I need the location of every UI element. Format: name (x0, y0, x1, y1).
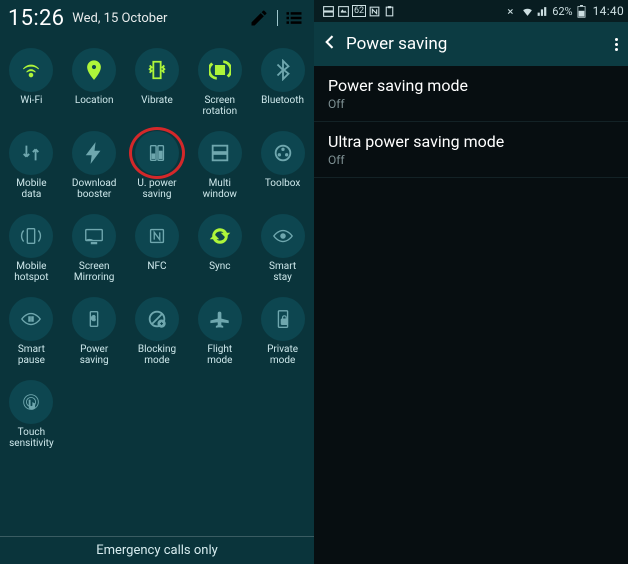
nfc-indicator-icon (368, 5, 381, 18)
nfc-icon (135, 214, 179, 258)
qs-tile-ultra-power-saving[interactable]: U. power saving (126, 125, 189, 208)
qs-tile-power-saving[interactable]: Power saving (63, 291, 126, 374)
no-signal-icon (506, 5, 519, 18)
screen-mirroring-icon (72, 214, 116, 258)
mobile-hotspot-icon (9, 214, 53, 258)
qs-tile-download-booster[interactable]: Download booster (63, 125, 126, 208)
screenshot-indicator-icon (337, 5, 350, 18)
bluetooth-icon (261, 48, 305, 92)
status-bar: 15:26 Wed, 15 October (0, 0, 314, 36)
wifi-icon (9, 48, 53, 92)
smart-stay-icon (261, 214, 305, 258)
vibrate-icon (135, 48, 179, 92)
action-bar: Power saving (314, 22, 628, 66)
qs-tile-label: Location (64, 95, 124, 117)
settings-item-subtitle: Off (328, 153, 614, 167)
battery-box-indicator: 62 (352, 5, 366, 17)
qs-tile-smart-stay[interactable]: Smart stay (251, 208, 314, 291)
network-status: Emergency calls only (0, 536, 314, 564)
clock-time: 15:26 (8, 6, 64, 31)
multi-window-icon (198, 131, 242, 175)
list-toggle-icon[interactable] (284, 8, 304, 28)
clipboard-indicator-icon (383, 5, 396, 18)
qs-tile-bluetooth[interactable]: Bluetooth (251, 42, 314, 125)
battery-icon (575, 5, 588, 18)
mobile-data-icon (9, 131, 53, 175)
ultra-power-saving-icon (135, 131, 179, 175)
flight-mode-icon (198, 297, 242, 341)
qs-tile-nfc[interactable]: NFC (126, 208, 189, 291)
quick-settings-grid: Wi-FiLocationVibrateScreen rotationBluet… (0, 36, 314, 461)
status-bar: 62 62% 14:40 (314, 0, 628, 22)
signal-icon (536, 5, 549, 18)
qs-tile-label: Touch sensitivity (1, 427, 61, 449)
clock-time: 14:40 (593, 4, 624, 18)
qs-tile-label: Toolbox (253, 178, 313, 200)
qs-tile-label: Screen Mirroring (64, 261, 124, 283)
power-saving-icon (72, 297, 116, 341)
qs-tile-label: Blocking mode (127, 344, 187, 366)
battery-percent: 62% (552, 5, 572, 18)
qs-tile-location[interactable]: Location (63, 42, 126, 125)
qs-tile-label: Mobile hotspot (1, 261, 61, 283)
quick-settings-panel: 15:26 Wed, 15 October Wi-FiLocationVibra… (0, 0, 314, 564)
qs-tile-touch-sensitivity[interactable]: Touch sensitivity (0, 374, 63, 457)
blocking-mode-icon (135, 297, 179, 341)
settings-item-title: Power saving mode (328, 76, 614, 95)
chevron-left-icon (320, 32, 340, 52)
date-label: Wed, 15 October (72, 11, 167, 26)
sync-icon (198, 214, 242, 258)
settings-item[interactable]: Ultra power saving mode Off (314, 122, 628, 178)
qs-tile-label: Bluetooth (253, 95, 313, 117)
qs-tile-label: Mobile data (1, 178, 61, 200)
qs-tile-private-mode[interactable]: Private mode (251, 291, 314, 374)
qs-tile-mobile-data[interactable]: Mobile data (0, 125, 63, 208)
settings-item[interactable]: Power saving mode Off (314, 66, 628, 122)
edit-icon[interactable] (249, 8, 269, 28)
wifi-status-icon (521, 5, 534, 18)
qs-tile-screen-mirroring[interactable]: Screen Mirroring (63, 208, 126, 291)
qs-tile-label: Smart pause (1, 344, 61, 366)
download-booster-icon (72, 131, 116, 175)
qs-tile-toolbox[interactable]: Toolbox (251, 125, 314, 208)
qs-tile-wifi[interactable]: Wi-Fi (0, 42, 63, 125)
settings-item-title: Ultra power saving mode (328, 132, 614, 151)
smart-pause-icon (9, 297, 53, 341)
qs-tile-label: Private mode (253, 344, 313, 366)
location-icon (72, 48, 116, 92)
back-button[interactable] (320, 32, 340, 56)
multiwindow-indicator-icon (322, 5, 335, 18)
qs-tile-label: Wi-Fi (1, 95, 61, 117)
overflow-menu-button[interactable] (611, 34, 622, 55)
qs-tile-label: Flight mode (190, 344, 250, 366)
settings-list: Power saving modeOffUltra power saving m… (314, 66, 628, 178)
screen-title: Power saving (346, 34, 611, 54)
qs-tile-screen-rotation[interactable]: Screen rotation (188, 42, 251, 125)
qs-tile-label: Screen rotation (190, 95, 250, 117)
toolbox-icon (261, 131, 305, 175)
qs-tile-multi-window[interactable]: Multi window (188, 125, 251, 208)
touch-sensitivity-icon (9, 380, 53, 424)
qs-tile-label: U. power saving (127, 178, 187, 200)
qs-tile-label: Vibrate (127, 95, 187, 117)
qs-tile-sync[interactable]: Sync (188, 208, 251, 291)
private-mode-icon (261, 297, 305, 341)
qs-tile-label: Download booster (64, 178, 124, 200)
qs-tile-label: Multi window (190, 178, 250, 200)
qs-tile-blocking-mode[interactable]: Blocking mode (126, 291, 189, 374)
qs-tile-label: Power saving (64, 344, 124, 366)
qs-tile-smart-pause[interactable]: Smart pause (0, 291, 63, 374)
qs-tile-vibrate[interactable]: Vibrate (126, 42, 189, 125)
power-saving-screen: 62 62% 14:40 Power saving Power saving m… (314, 0, 628, 564)
settings-item-subtitle: Off (328, 97, 614, 111)
qs-tile-mobile-hotspot[interactable]: Mobile hotspot (0, 208, 63, 291)
screen-rotation-icon (198, 48, 242, 92)
qs-tile-flight-mode[interactable]: Flight mode (188, 291, 251, 374)
qs-tile-label: Smart stay (253, 261, 313, 283)
qs-tile-label: NFC (127, 261, 187, 283)
qs-tile-label: Sync (190, 261, 250, 283)
